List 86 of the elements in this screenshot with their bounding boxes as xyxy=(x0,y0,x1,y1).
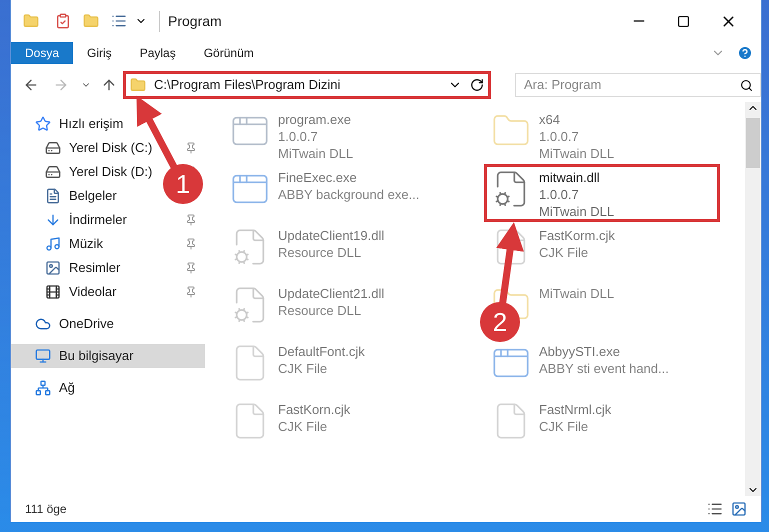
file-name: UpdateClient19.dll xyxy=(278,227,384,244)
nav-item[interactable]: Bu bilgisayar xyxy=(11,344,205,368)
help-icon[interactable] xyxy=(737,45,753,61)
file-name: x64 xyxy=(539,111,561,128)
ribbon-tab[interactable]: Giriş xyxy=(73,42,126,64)
step-number: 2 xyxy=(492,307,508,337)
nav-label: İndirmeler xyxy=(69,211,128,230)
nav-label: Bu bilgisayar xyxy=(59,347,134,366)
maximize-icon[interactable] xyxy=(677,14,690,28)
pin-icon xyxy=(185,238,197,250)
file-name: UpdateClient21.dll xyxy=(278,285,384,302)
window-title: Program xyxy=(159,10,222,32)
nav-label: Belgeler xyxy=(69,187,118,206)
file-detail: Resource DLL xyxy=(278,244,362,261)
nav-label: OneDrive xyxy=(59,315,115,334)
ribbon-tab[interactable]: Paylaş xyxy=(126,42,190,64)
nav-item[interactable]: Ağ xyxy=(11,376,205,400)
document-icon xyxy=(45,188,61,204)
scroll-thumb[interactable] xyxy=(746,118,760,168)
ribbon-tab[interactable]: Dosya xyxy=(11,42,74,64)
file-detail: MiTwain DLL xyxy=(539,145,614,162)
nav-label: Resimler xyxy=(69,259,122,278)
nav-item[interactable]: Videolar xyxy=(11,280,205,304)
file-detail: 1.0.0.7 xyxy=(539,128,580,145)
nav-item[interactable]: Müzik xyxy=(11,232,205,256)
network-icon xyxy=(35,380,51,396)
file-detail: ABBY background exe... xyxy=(278,186,420,203)
nav-item[interactable]: İndirmeler xyxy=(11,208,205,232)
file-name: FineExec.exe xyxy=(278,169,358,186)
file-name: FastKorm.cjk xyxy=(539,227,615,244)
file-name: FastNrml.cjk xyxy=(539,401,612,418)
nav-label: Ağ xyxy=(59,379,76,398)
up-icon[interactable] xyxy=(101,77,117,93)
nav-label: Yerel Disk (D:) xyxy=(69,163,154,182)
file-detail: MiTwain DLL xyxy=(539,285,614,302)
file-detail: CJK File xyxy=(539,418,590,435)
nav-item[interactable]: Yerel Disk (C:) xyxy=(11,136,205,160)
properties-icon[interactable] xyxy=(55,13,71,29)
list-icon[interactable] xyxy=(111,13,127,29)
file-detail: 1.0.0.7 xyxy=(278,128,319,145)
star-icon xyxy=(35,116,51,132)
file-detail: Resource DLL xyxy=(278,302,362,319)
refresh-icon[interactable] xyxy=(470,78,484,92)
search-field[interactable]: Ara: Program xyxy=(515,72,761,97)
file-name: AbbyySTI.exe xyxy=(539,343,621,360)
back-icon[interactable] xyxy=(23,77,39,93)
file-detail: CJK File xyxy=(278,360,328,377)
nav-label: Yerel Disk (C:) xyxy=(69,139,154,158)
file-item[interactable]: mitwain.dll 1.0.0.7 MiTwain DLL xyxy=(484,164,720,222)
file-detail: 1.0.0.7 xyxy=(539,186,580,203)
file-name: FastKorn.cjk xyxy=(278,401,350,418)
search-icon[interactable] xyxy=(740,78,753,92)
download-icon xyxy=(45,212,61,228)
large-icons-view-icon[interactable] xyxy=(731,501,747,517)
nav-label: Hızlı erişim xyxy=(59,115,124,134)
nav-item[interactable]: OneDrive xyxy=(11,312,205,336)
nav-item[interactable]: Resimler xyxy=(11,256,205,280)
music-note-icon xyxy=(45,236,61,252)
folder-icon xyxy=(130,77,146,93)
cloud-icon xyxy=(35,316,51,332)
monitor-icon xyxy=(35,348,51,364)
file-detail: CJK File xyxy=(278,418,328,435)
address-path: C:\Program Files\Program Dizini xyxy=(154,76,342,94)
details-view-icon[interactable] xyxy=(707,501,723,517)
address-bar[interactable]: C:\Program Files\Program Dizini xyxy=(123,71,491,99)
drive-icon xyxy=(45,164,61,180)
nav-label: Videolar xyxy=(69,283,118,302)
ribbon-tab[interactable]: Görünüm xyxy=(190,42,268,64)
pin-icon xyxy=(185,214,197,226)
item-count: 111 öge xyxy=(25,501,67,518)
nav-label: Müzik xyxy=(69,235,104,254)
file-name: program.exe xyxy=(278,111,352,128)
file-name: DefaultFont.cjk xyxy=(278,343,365,360)
picture-icon xyxy=(45,260,61,276)
nav-item[interactable]: Hızlı erişim xyxy=(11,112,205,136)
drive-icon xyxy=(45,140,61,156)
step-number: 1 xyxy=(176,169,190,199)
pin-icon xyxy=(185,142,197,154)
film-icon xyxy=(45,284,61,300)
file-detail: ABBY sti event hand... xyxy=(539,360,669,377)
file-name: mitwain.dll xyxy=(539,169,601,186)
file-detail: CJK File xyxy=(539,244,590,261)
pin-icon xyxy=(185,286,197,298)
pin-icon xyxy=(185,262,197,274)
file-detail: MiTwain DLL xyxy=(539,203,614,220)
file-detail: MiTwain DLL xyxy=(278,145,354,162)
